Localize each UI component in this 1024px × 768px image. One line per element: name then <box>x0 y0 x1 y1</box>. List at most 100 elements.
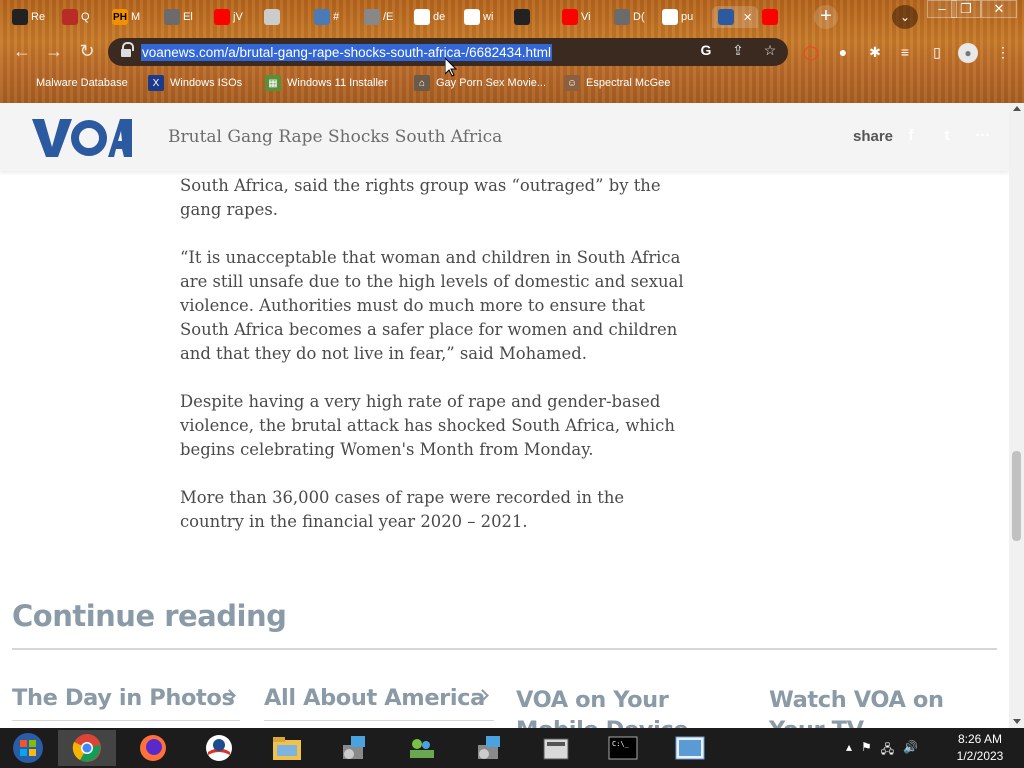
github-icon <box>12 9 28 25</box>
tab-title: M <box>131 11 141 23</box>
taskbar-chrome[interactable] <box>58 730 116 766</box>
twitter-share-button[interactable]: t <box>933 122 961 150</box>
close-window-button[interactable]: ✕ <box>981 0 1017 18</box>
forward-button[interactable]: → <box>42 40 66 64</box>
bookmark-star-icon[interactable]: ☆ <box>760 42 780 59</box>
bookmark-label: Malware Database <box>36 77 128 89</box>
taskbar-firefox[interactable] <box>124 730 182 766</box>
taskbar-people[interactable] <box>392 730 450 766</box>
browser-tab[interactable] <box>514 6 530 28</box>
back-button[interactable]: ← <box>10 40 34 64</box>
related-link-watch-voa-tv[interactable]: Watch VOA on Your TV <box>769 685 999 728</box>
bookmark-item[interactable]: ☺ Espectral McGee <box>564 75 670 91</box>
start-button[interactable] <box>0 730 56 766</box>
google-lens-icon[interactable]: G <box>696 42 716 59</box>
tab-title: D( <box>633 11 645 23</box>
facebook-share-button[interactable]: f <box>897 122 925 150</box>
divider <box>12 720 240 721</box>
page-scrollbar[interactable] <box>1009 103 1024 728</box>
bookmark-item[interactable]: ▦ Windows 11 Installer <box>265 75 388 91</box>
related-link-voa-mobile[interactable]: VOA on Your Mobile Device <box>516 685 746 728</box>
volume-icon[interactable]: 🔊 <box>903 740 918 761</box>
scroll-down-icon[interactable] <box>1013 719 1021 724</box>
reload-button[interactable]: ↻ <box>75 40 99 64</box>
url-text[interactable]: voanews.com/a/brutal-gang-rape-shocks-so… <box>141 43 552 61</box>
browser-tab[interactable]: Re <box>12 6 45 28</box>
network-icon[interactable]: 🖧 <box>881 740 894 761</box>
more-share-button[interactable]: ··· <box>969 122 997 150</box>
bookmark-item[interactable]: Malware Database <box>18 75 128 91</box>
bookmark-label: Windows 11 Installer <box>287 77 388 89</box>
photo-icon <box>675 736 705 760</box>
tab-title: /E <box>383 11 394 23</box>
taskbar-terminal[interactable]: C:\_ <box>594 730 652 766</box>
browser-tab[interactable]: Q <box>62 6 90 28</box>
taskbar-setup[interactable] <box>325 730 383 766</box>
scrollbar-thumb[interactable] <box>1012 451 1021 541</box>
bookmarks-bar: Malware Database X Windows ISOs ▦ Windows 11… <box>0 72 1024 96</box>
opera-extension-icon[interactable]: ◯ <box>800 41 822 63</box>
bookmark-item[interactable]: X Windows ISOs <box>148 75 242 91</box>
related-link-all-about-america[interactable]: All About America <box>264 685 485 711</box>
share-page-icon[interactable]: ⇪ <box>728 42 748 59</box>
side-panel-icon[interactable]: ▯ <box>926 41 948 63</box>
setup-icon <box>343 736 365 759</box>
browser-tab[interactable]: # <box>314 6 339 28</box>
tab-title: de <box>433 11 446 23</box>
browser-tab[interactable]: Vi <box>562 6 591 28</box>
avatar-extension-icon[interactable]: ● <box>832 41 854 63</box>
folder-icon <box>273 737 301 760</box>
browser-tab[interactable]: de <box>414 6 445 28</box>
firefox-icon <box>140 735 166 761</box>
browser-tab[interactable]: /E <box>364 6 393 28</box>
tab-title: Vi <box>581 11 591 23</box>
lock-icon[interactable] <box>121 42 134 57</box>
system-tray: ▴ ⚑ 🖧 🔊 <box>846 740 918 761</box>
browser-tab[interactable]: El <box>164 6 193 28</box>
browser-tab[interactable]: wi <box>464 6 493 28</box>
taskbar-photos[interactable] <box>661 730 719 766</box>
taskbar-file-explorer[interactable] <box>258 730 316 766</box>
tab-title: Re <box>31 11 46 23</box>
image-icon: ▦ <box>265 75 281 91</box>
bookmark-item[interactable]: ⌂ Gay Porn Sex Movie... <box>414 75 546 91</box>
tab-title: Q <box>81 11 90 23</box>
browser-tab[interactable]: jV <box>214 6 243 28</box>
close-tab-icon[interactable]: ✕ <box>743 11 752 24</box>
action-center-flag-icon[interactable]: ⚑ <box>861 740 872 761</box>
browser-tab[interactable]: ✕ <box>712 6 759 28</box>
more-icon: ··· <box>975 127 991 144</box>
article-headline: Brutal Gang Rape Shocks South Africa <box>168 127 503 147</box>
related-link-day-in-photos[interactable]: The Day in Photos <box>12 685 235 711</box>
tab-title: wi <box>483 11 494 23</box>
browser-tab[interactable] <box>762 6 778 28</box>
google-icon <box>662 9 678 25</box>
youtube-icon <box>562 9 578 25</box>
twitter-icon: t <box>944 127 950 144</box>
scroll-up-icon[interactable] <box>1013 106 1021 111</box>
article-body: South Africa, said the rights group was … <box>180 174 690 558</box>
bookmark-label: Espectral McGee <box>586 77 671 89</box>
profile-avatar[interactable]: ● <box>957 41 979 63</box>
tab-search-button[interactable]: ⌄ <box>892 5 918 29</box>
voa-logo[interactable] <box>32 117 132 159</box>
bug-icon <box>18 75 30 91</box>
taskbar-clock[interactable]: 8:26 AM 1/2/2023 <box>940 731 1020 765</box>
browser-tab[interactable]: D( <box>614 6 645 28</box>
reading-list-icon[interactable]: ≡ <box>894 41 916 63</box>
share-label: share <box>853 128 894 145</box>
chrome-menu-icon[interactable]: ⋮ <box>992 41 1014 63</box>
browser-tab[interactable]: PH M <box>112 6 140 28</box>
browser-tab[interactable] <box>264 6 280 28</box>
taskbar-obama-app[interactable] <box>190 730 248 766</box>
maximize-button[interactable]: ❐ <box>951 0 981 18</box>
article-paragraph: South Africa, said the rights group was … <box>180 176 661 219</box>
extensions-puzzle-icon[interactable]: ✱ <box>864 41 886 63</box>
browser-tab[interactable]: pu <box>662 6 693 28</box>
new-tab-button[interactable]: + <box>814 5 838 29</box>
voa-icon <box>718 9 734 25</box>
taskbar-calculator[interactable] <box>527 730 585 766</box>
tab-title: jV <box>233 11 243 23</box>
taskbar-installer[interactable] <box>460 730 518 766</box>
tray-expand-icon[interactable]: ▴ <box>846 740 852 761</box>
